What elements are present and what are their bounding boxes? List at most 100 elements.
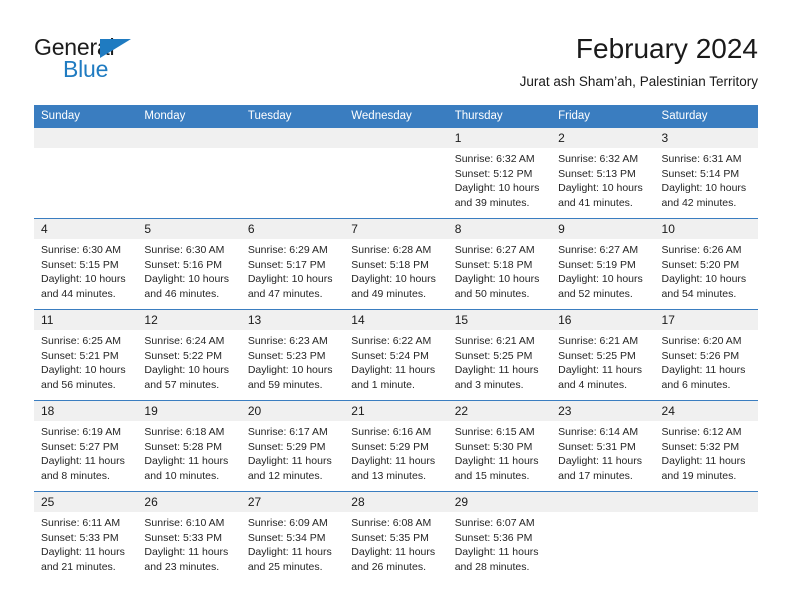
day-number: 26 xyxy=(137,492,241,512)
day-detail-line: Daylight: 10 hours xyxy=(454,182,540,194)
day-details: Sunrise: 6:28 AM Sunset: 5:18 PM Daylight:… xyxy=(344,239,447,301)
day-cell: 4 Sunrise: 6:30 AM Sunset: 5:15 PM Daylight… xyxy=(34,219,138,309)
day-details: Sunrise: 6:24 AM Sunset: 5:22 PM Daylight:… xyxy=(137,330,240,392)
calendar-cell-day-27[interactable]: 27 Sunrise: 6:09 AM Sunset: 5:34 PM Dayligh… xyxy=(240,491,345,582)
day-details: Sunrise: 6:27 AM Sunset: 5:18 PM Daylight:… xyxy=(448,239,551,301)
calendar-cell-day-9[interactable]: 9 Sunrise: 6:27 AM Sunset: 5:19 PM Daylight… xyxy=(551,218,655,310)
calendar-cell-day-18[interactable]: 18 Sunrise: 6:19 AM Sunset: 5:27 PM Dayligh… xyxy=(34,400,138,492)
calendar-cell-day-17[interactable]: 17 Sunrise: 6:20 AM Sunset: 5:26 PM Dayligh… xyxy=(654,309,758,401)
day-number: 17 xyxy=(654,310,758,330)
day-details: Sunrise: 6:25 AM Sunset: 5:21 PM Daylight:… xyxy=(34,330,137,392)
day-number: 19 xyxy=(137,401,241,421)
calendar-cell-day-28[interactable]: 28 Sunrise: 6:08 AM Sunset: 5:35 PM Dayligh… xyxy=(344,491,448,582)
calendar-cell-day-12[interactable]: 12 Sunrise: 6:24 AM Sunset: 5:22 PM Dayligh… xyxy=(137,309,241,401)
calendar-cell-day-22[interactable]: 22 Sunrise: 6:15 AM Sunset: 5:30 PM Dayligh… xyxy=(447,400,552,492)
day-cell: 27 Sunrise: 6:09 AM Sunset: 5:34 PM Dayligh… xyxy=(240,492,345,582)
day-number: 29 xyxy=(447,492,552,512)
calendar-week-row: 1 Sunrise: 6:32 AM Sunset: 5:12 PM Daylight… xyxy=(34,128,758,219)
day-detail-line: Sunset: 5:14 PM xyxy=(661,167,740,180)
day-detail-line: Sunrise: 6:27 AM xyxy=(454,244,535,256)
calendar-cell-day-24[interactable]: 24 Sunrise: 6:12 AM Sunset: 5:32 PM Dayligh… xyxy=(654,400,758,492)
day-detail-line: Sunrise: 6:25 AM xyxy=(41,335,121,347)
day-detail-line: Sunrise: 6:27 AM xyxy=(558,244,639,256)
day-cell: 17 Sunrise: 6:20 AM Sunset: 5:26 PM Dayligh… xyxy=(654,310,758,400)
calendar-cell-empty xyxy=(137,128,241,219)
day-detail-line: and 19 minutes. xyxy=(661,469,737,482)
day-number: 14 xyxy=(344,310,448,330)
calendar-cell-day-25[interactable]: 25 Sunrise: 6:11 AM Sunset: 5:33 PM Dayligh… xyxy=(34,491,138,582)
day-detail-line: and 15 minutes. xyxy=(454,469,530,482)
day-details: Sunrise: 6:22 AM Sunset: 5:24 PM Daylight:… xyxy=(344,330,447,392)
calendar-cell-day-7[interactable]: 7 Sunrise: 6:28 AM Sunset: 5:18 PM Daylight… xyxy=(344,218,448,310)
day-detail-line: and 41 minutes. xyxy=(558,196,633,209)
day-cell xyxy=(240,128,345,218)
calendar-cell-day-26[interactable]: 26 Sunrise: 6:10 AM Sunset: 5:33 PM Dayligh… xyxy=(137,491,241,582)
day-detail-line: and 4 minutes. xyxy=(558,378,627,391)
day-detail-line: Sunset: 5:18 PM xyxy=(454,258,533,271)
day-detail-line: Sunset: 5:25 PM xyxy=(558,349,636,362)
calendar-cell-day-19[interactable]: 19 Sunrise: 6:18 AM Sunset: 5:28 PM Dayligh… xyxy=(137,400,241,492)
page-title: February 2024 xyxy=(575,33,758,64)
day-detail-line: Sunset: 5:16 PM xyxy=(144,258,223,271)
day-cell: 26 Sunrise: 6:10 AM Sunset: 5:33 PM Dayligh… xyxy=(137,492,241,582)
calendar-table: Sunday Monday Tuesday Wednesday Thursday Frid… xyxy=(34,105,758,582)
calendar-cell-day-11[interactable]: 11 Sunrise: 6:25 AM Sunset: 5:21 PM Dayligh… xyxy=(34,309,138,401)
day-number xyxy=(137,128,241,148)
day-detail-line: Sunrise: 6:21 AM xyxy=(558,335,639,347)
weekday-header-saturday: Saturday xyxy=(654,105,758,128)
day-detail-line: Sunset: 5:36 PM xyxy=(454,531,533,544)
day-cell: 18 Sunrise: 6:19 AM Sunset: 5:27 PM Dayligh… xyxy=(34,401,138,491)
day-detail-line: Daylight: 11 hours xyxy=(661,455,746,467)
day-detail-line: Sunset: 5:29 PM xyxy=(351,440,429,453)
day-detail-line: and 6 minutes. xyxy=(661,378,731,391)
calendar-cell-day-4[interactable]: 4 Sunrise: 6:30 AM Sunset: 5:15 PM Daylight… xyxy=(34,218,138,310)
day-details: Sunrise: 6:11 AM Sunset: 5:33 PM Daylight:… xyxy=(34,512,137,574)
calendar-cell-day-6[interactable]: 6 Sunrise: 6:29 AM Sunset: 5:17 PM Daylight… xyxy=(240,218,345,310)
day-details: Sunrise: 6:19 AM Sunset: 5:27 PM Daylight:… xyxy=(34,421,137,483)
day-details: Sunrise: 6:23 AM Sunset: 5:23 PM Daylight:… xyxy=(241,330,344,392)
title-block: February 2024 Jurat ash Sham’ah, Palesti… xyxy=(520,32,758,92)
day-detail-line: Sunrise: 6:30 AM xyxy=(41,244,121,256)
day-detail-line: and 17 minutes. xyxy=(558,469,633,482)
calendar-cell-day-20[interactable]: 20 Sunrise: 6:17 AM Sunset: 5:29 PM Dayligh… xyxy=(240,400,345,492)
day-detail-line: Daylight: 11 hours xyxy=(454,546,539,558)
day-details: Sunrise: 6:27 AM Sunset: 5:19 PM Daylight:… xyxy=(551,239,654,301)
day-number: 10 xyxy=(654,219,758,239)
day-detail-line: and 42 minutes. xyxy=(661,196,737,209)
page-subtitle: Jurat ash Sham’ah, Palestinian Territory xyxy=(519,74,758,89)
day-details: Sunrise: 6:32 AM Sunset: 5:12 PM Daylight:… xyxy=(448,148,551,210)
calendar-cell-day-10[interactable]: 10 Sunrise: 6:26 AM Sunset: 5:20 PM Dayligh… xyxy=(654,218,758,310)
day-detail-line: Sunrise: 6:11 AM xyxy=(41,517,121,529)
calendar-cell-day-15[interactable]: 15 Sunrise: 6:21 AM Sunset: 5:25 PM Dayligh… xyxy=(447,309,552,401)
day-detail-line: Sunset: 5:26 PM xyxy=(661,349,740,362)
calendar-cell-day-23[interactable]: 23 Sunrise: 6:14 AM Sunset: 5:31 PM Dayligh… xyxy=(551,400,655,492)
day-cell: 15 Sunrise: 6:21 AM Sunset: 5:25 PM Dayligh… xyxy=(447,310,552,400)
day-detail-line: Sunrise: 6:30 AM xyxy=(144,244,225,256)
day-number: 5 xyxy=(137,219,241,239)
weekday-header-wednesday: Wednesday xyxy=(344,105,448,128)
day-detail-line: Sunrise: 6:14 AM xyxy=(558,426,639,438)
calendar-cell-day-16[interactable]: 16 Sunrise: 6:21 AM Sunset: 5:25 PM Dayligh… xyxy=(551,309,655,401)
calendar-cell-day-5[interactable]: 5 Sunrise: 6:30 AM Sunset: 5:16 PM Daylight… xyxy=(137,218,241,310)
day-details: Sunrise: 6:08 AM Sunset: 5:35 PM Daylight:… xyxy=(344,512,447,574)
day-detail-line: Daylight: 11 hours xyxy=(351,455,436,467)
day-details: Sunrise: 6:29 AM Sunset: 5:17 PM Daylight:… xyxy=(241,239,344,301)
calendar-cell-day-21[interactable]: 21 Sunrise: 6:16 AM Sunset: 5:29 PM Dayligh… xyxy=(344,400,448,492)
calendar-cell-day-8[interactable]: 8 Sunrise: 6:27 AM Sunset: 5:18 PM Daylight… xyxy=(447,218,552,310)
day-detail-line: Sunset: 5:24 PM xyxy=(351,349,429,362)
day-detail-line: and 1 minute. xyxy=(351,378,415,391)
calendar-cell-day-3[interactable]: 3 Sunrise: 6:31 AM Sunset: 5:14 PM Daylight… xyxy=(654,128,758,219)
calendar-cell-day-29[interactable]: 29 Sunrise: 6:07 AM Sunset: 5:36 PM Dayligh… xyxy=(447,491,552,582)
calendar-cell-day-13[interactable]: 13 Sunrise: 6:23 AM Sunset: 5:23 PM Dayligh… xyxy=(240,309,345,401)
day-number: 25 xyxy=(34,492,138,512)
calendar-cell-day-14[interactable]: 14 Sunrise: 6:22 AM Sunset: 5:24 PM Dayligh… xyxy=(344,309,448,401)
day-detail-line: Sunrise: 6:32 AM xyxy=(454,153,535,165)
day-detail-line: Daylight: 11 hours xyxy=(351,546,436,558)
day-detail-line: and 3 minutes. xyxy=(454,378,524,391)
calendar-cell-day-2[interactable]: 2 Sunrise: 6:32 AM Sunset: 5:13 PM Daylight… xyxy=(551,128,655,219)
day-detail-line: Sunrise: 6:31 AM xyxy=(661,153,742,165)
day-detail-line: Sunset: 5:23 PM xyxy=(247,349,326,362)
day-number: 18 xyxy=(34,401,138,421)
day-detail-line: and 47 minutes. xyxy=(247,287,323,300)
calendar-cell-day-1[interactable]: 1 Sunrise: 6:32 AM Sunset: 5:12 PM Daylight… xyxy=(447,128,552,219)
